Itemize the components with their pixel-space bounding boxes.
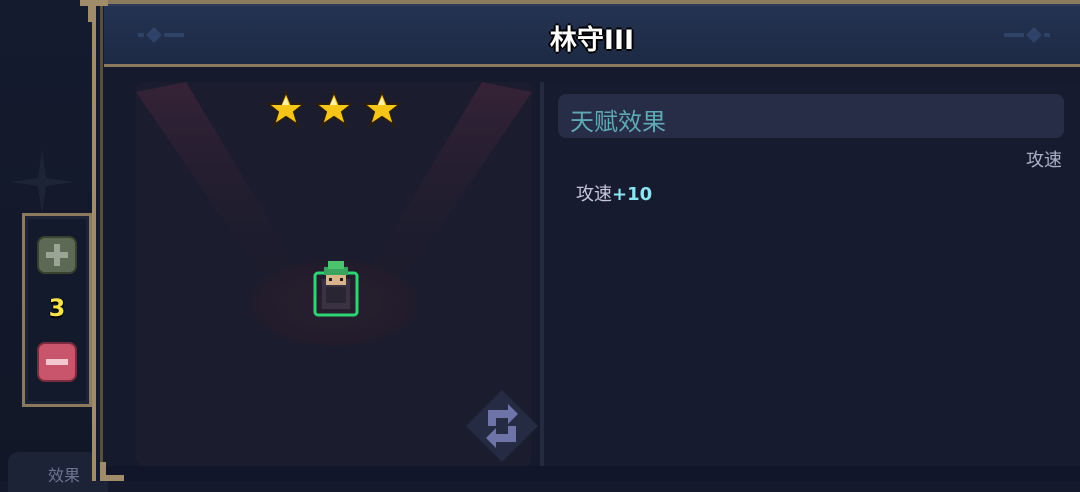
hero-sprite[interactable] [312, 259, 360, 317]
swap-icon[interactable] [464, 388, 540, 464]
plus-icon [46, 244, 68, 266]
level-stepper: 3 [22, 213, 92, 407]
talent-info-panel: 天赋效果 攻速 攻速+10 [540, 82, 1080, 466]
stat-value: +10 [612, 184, 653, 205]
header-ornament-right-icon [1004, 27, 1050, 43]
decrease-level-button[interactable] [37, 342, 77, 382]
page-title: 林守III [549, 25, 635, 56]
star-icon [362, 90, 402, 128]
minus-icon [46, 359, 68, 365]
panel-bottom-edge [100, 466, 1080, 481]
talent-stat: 攻速+10 [576, 180, 652, 206]
frame-divider [100, 0, 103, 481]
level-value: 3 [48, 294, 66, 322]
header-bar: 林守III [104, 4, 1080, 67]
talent-title: 天赋效果 [570, 108, 666, 136]
star-icon [314, 90, 354, 128]
frame-corner-icon [80, 0, 108, 22]
talent-header: 天赋效果 [558, 94, 1064, 138]
sparkle-icon [10, 150, 74, 214]
star-icon [266, 90, 306, 128]
effect-tab-label: 效果 [48, 466, 81, 485]
stat-label: 攻速 [576, 184, 612, 205]
talent-tag: 攻速 [1026, 150, 1062, 171]
star-rating [266, 90, 406, 130]
increase-level-button[interactable] [37, 236, 77, 274]
frame-corner-bottom-icon [100, 462, 124, 481]
